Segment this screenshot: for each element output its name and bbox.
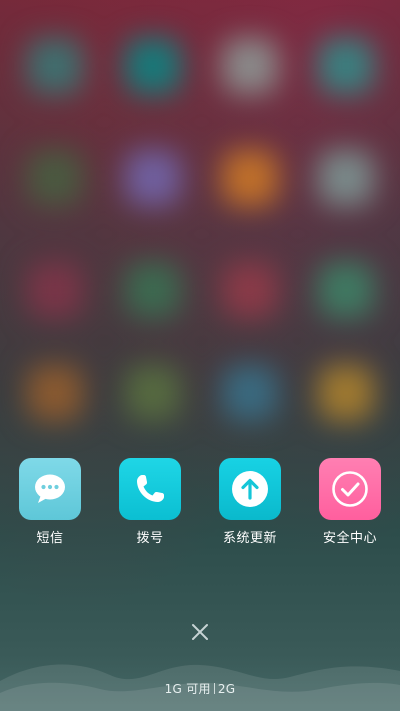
memory-available: 1G 可用: [164, 682, 211, 696]
memory-total: 2G: [217, 682, 236, 696]
app-label: 系统更新: [222, 531, 277, 546]
message-bubble-icon: [19, 458, 81, 520]
checkmark-icon: [319, 458, 381, 520]
blurred-home-icons: [0, 0, 400, 460]
app-dialer[interactable]: 拨号: [100, 458, 200, 546]
bottom-wave-decoration: [0, 664, 400, 711]
app-label: 拨号: [136, 531, 164, 546]
app-label: 安全中心: [322, 531, 377, 546]
app-messages[interactable]: 短信: [0, 458, 100, 546]
upload-arrow-icon: [219, 458, 281, 520]
phone-icon: [119, 458, 181, 520]
memory-divider: [213, 683, 215, 694]
app-label: 短信: [36, 531, 64, 546]
app-system-update[interactable]: 系统更新: [200, 458, 300, 546]
memory-status: 1G 可用 2G: [0, 680, 400, 697]
recent-apps-dock: 短信 拨号 系统更新 安全中心: [0, 458, 400, 558]
app-security-center[interactable]: 安全中心: [300, 458, 400, 546]
